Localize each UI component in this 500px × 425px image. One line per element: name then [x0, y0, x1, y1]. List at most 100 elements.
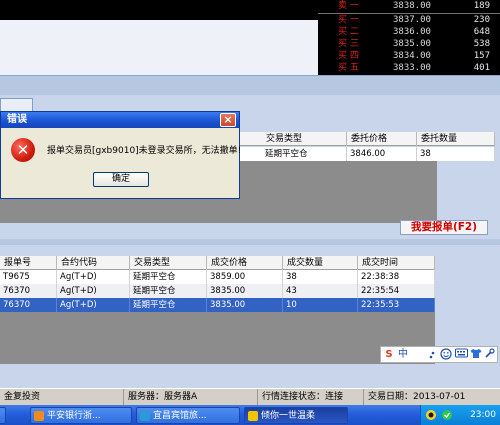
system-tray: 23:00 [420, 405, 500, 425]
column-header[interactable]: 合约代码 [57, 256, 130, 270]
column-header[interactable]: 成交时间 [358, 256, 435, 270]
order-book-label: 买三 [338, 39, 363, 49]
order-book-row: 买三 3835.00 538 [318, 39, 500, 51]
panel-toolbar [0, 75, 500, 95]
app-icon [34, 411, 44, 421]
deal-time: 22:38:38 [358, 270, 435, 284]
status-connection: 行情连接状态：连接 [258, 389, 364, 406]
table-row-selected[interactable]: 76370 Ag(T+D) 延期平空仓 3835.00 10 22:35:53 [0, 298, 435, 312]
order-book-qty: 157 [473, 51, 490, 61]
dialog-message: 报单交易员[gxb9010]未登录交易所，无法撤单! [47, 146, 242, 156]
entrust-side-panel [437, 161, 495, 223]
taskbar-label: 平安银行浙... [47, 411, 101, 421]
error-dialog: 错误 × ✕ 报单交易员[gxb9010]未登录交易所，无法撤单! 确定 [0, 111, 242, 199]
order-book-label: 买五 [338, 63, 363, 73]
app-icon [248, 411, 258, 421]
order-book-label: 买一 [338, 15, 363, 25]
qq-icon[interactable] [425, 409, 437, 421]
deal-panel-toolbar [0, 239, 500, 245]
moon-icon[interactable] [412, 348, 424, 362]
deal-qty: 10 [283, 298, 358, 312]
deal-type: 延期平空仓 [130, 284, 207, 298]
column-header[interactable]: 委托数量 [417, 132, 495, 146]
order-book-qty: 538 [473, 39, 490, 49]
column-header[interactable]: 交易类型 [130, 256, 207, 270]
deal-type: 延期平空仓 [130, 298, 207, 312]
dialog-titlebar[interactable]: 错误 × [1, 112, 239, 128]
deal-qty: 43 [283, 284, 358, 298]
status-trade-date: 交易日期：2013-07-01 [368, 392, 466, 402]
taskbar: 平安银行浙... 宜昌宾馆旅... 倾你一世温柔 23:00 [0, 405, 500, 425]
order-book-qty: 230 [473, 15, 490, 25]
taskbar-button[interactable]: 宜昌宾馆旅... [136, 407, 240, 424]
order-book-row: 买五 3833.00 401 [318, 63, 500, 75]
entrust-trade-type: 延期平空仓 [262, 147, 347, 161]
quote-panel [0, 0, 318, 20]
taskbar-button-active[interactable]: 倾你一世温柔 [244, 407, 348, 424]
close-icon[interactable]: × [220, 113, 236, 127]
deal-order-no: 76370 [0, 284, 57, 298]
table-row[interactable]: T9675 Ag(T+D) 延期平空仓 3859.00 38 22:38:38 [0, 270, 435, 284]
error-icon: ✕ [11, 138, 35, 162]
deal-table-empty [0, 312, 435, 364]
sogou-ime-icon[interactable]: S [383, 348, 395, 362]
order-book-row: 买二 3836.00 648 [318, 27, 500, 39]
deal-price: 3835.00 [207, 284, 283, 298]
top-area: 卖一 3838.00 189 买一 3837.00 230 买二 3836.00… [0, 0, 500, 75]
order-book-label: 卖一 [338, 1, 363, 11]
clock[interactable]: 23:00 [470, 405, 496, 425]
order-book-qty: 189 [473, 1, 490, 11]
deal-contract: Ag(T+D) [57, 298, 130, 312]
order-book-row: 买四 3834.00 157 [318, 51, 500, 63]
ok-button[interactable]: 确定 [93, 172, 149, 187]
safe-shield-icon[interactable] [441, 409, 453, 421]
deal-contract: Ag(T+D) [57, 270, 130, 284]
order-book-row: 买一 3837.00 230 [318, 15, 500, 27]
deal-price: 3835.00 [207, 298, 283, 312]
order-book-price: 3833.00 [393, 63, 431, 73]
status-bar: 金复投资 服务器：服务器A 行情连接状态：连接 交易日期：2013-07-01 [0, 388, 500, 406]
deal-qty: 38 [283, 270, 358, 284]
report-order-button[interactable]: 我要报单(F2) [400, 220, 488, 235]
deal-time: 22:35:53 [358, 298, 435, 312]
order-book: 卖一 3838.00 189 买一 3837.00 230 买二 3836.00… [318, 0, 500, 75]
quote-panel-body [0, 20, 318, 75]
order-book-price: 3837.00 [393, 15, 431, 25]
skin-shirt-icon[interactable] [469, 348, 483, 362]
order-book-label: 买二 [338, 27, 363, 37]
deal-contract: Ag(T+D) [57, 284, 130, 298]
order-book-row: 卖一 3838.00 189 [318, 1, 500, 13]
deal-time: 22:35:54 [358, 284, 435, 298]
tools-icon[interactable] [484, 348, 496, 362]
status-server: 服务器：服务器A [124, 389, 258, 406]
taskbar-button[interactable]: 平安银行浙... [30, 407, 132, 424]
order-book-price: 3836.00 [393, 27, 431, 37]
deal-type: 延期平空仓 [130, 270, 207, 284]
table-row[interactable]: 76370 Ag(T+D) 延期平空仓 3835.00 43 22:35:54 [0, 284, 435, 298]
order-book-price: 3838.00 [393, 1, 431, 11]
column-header[interactable]: 成交价格 [207, 256, 283, 270]
dialog-title: 错误 [7, 114, 27, 125]
taskbar-label: 宜昌宾馆旅... [153, 411, 207, 421]
entrust-qty: 38 [417, 147, 495, 161]
column-header[interactable]: 委托价格 [347, 132, 417, 146]
order-book-qty: 648 [473, 27, 490, 37]
keyboard-icon[interactable] [454, 348, 468, 362]
entrust-price: 3846.00 [347, 147, 417, 161]
column-header[interactable]: 交易类型 [262, 132, 347, 146]
order-book-divider [318, 13, 500, 14]
order-book-label: 买四 [338, 51, 363, 61]
taskbar-button[interactable] [0, 407, 6, 424]
column-header[interactable]: 成交数量 [283, 256, 358, 270]
panel-tab[interactable] [0, 98, 33, 112]
deal-table-header: 报单号 合约代码 交易类型 成交价格 成交数量 成交时间 [0, 256, 435, 270]
punctuation-icon[interactable] [426, 348, 438, 362]
app-icon [140, 411, 150, 421]
deal-order-no: 76370 [0, 298, 57, 312]
ime-toolbar[interactable]: S 中 [380, 346, 498, 363]
emoji-icon[interactable] [439, 348, 453, 362]
column-header[interactable]: 报单号 [0, 256, 57, 270]
order-book-price: 3834.00 [393, 51, 431, 61]
deal-order-no: T9675 [0, 270, 57, 284]
chinese-mode-icon[interactable]: 中 [397, 348, 409, 362]
